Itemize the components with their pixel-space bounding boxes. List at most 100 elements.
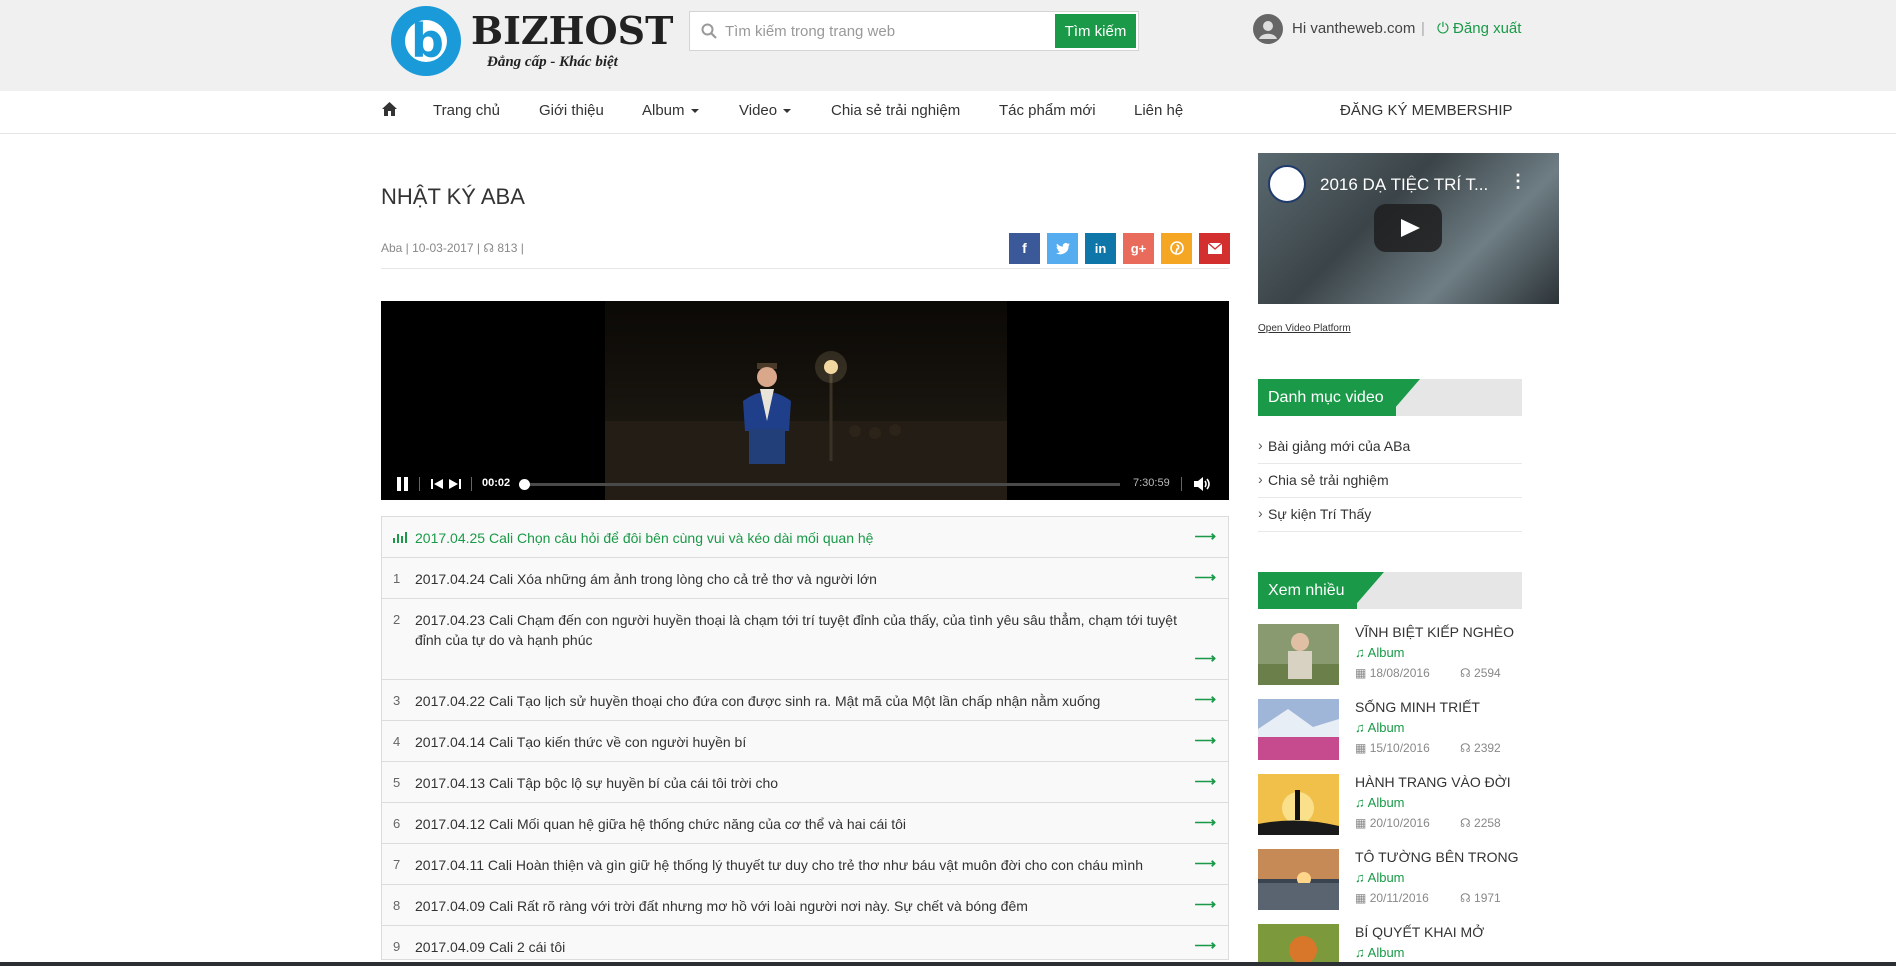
arrow-right-icon[interactable]: ⟶ <box>1194 772 1216 790</box>
category-item[interactable]: › Sự kiện Trí Thấy <box>1258 498 1522 532</box>
search-icon <box>701 23 717 39</box>
popular-thumbnail[interactable] <box>1258 849 1339 910</box>
nav-chia-se[interactable]: Chia sẻ trải nghiệm <box>831 102 960 119</box>
arrow-right-icon[interactable]: ⟶ <box>1194 527 1216 545</box>
playlist-item-number: 5 <box>393 775 401 790</box>
home-icon[interactable] <box>381 101 398 121</box>
site-logo[interactable]: b BIZHOST Đẳng cấp - Khác biệt <box>391 6 673 78</box>
popular-thumbnail[interactable] <box>1258 699 1339 760</box>
playlist-item[interactable]: 8 2017.04.09 Cali Rất rõ ràng với trời đ… <box>382 885 1228 926</box>
next-icon[interactable] <box>449 479 461 489</box>
popular-thumbnail[interactable] <box>1258 624 1339 685</box>
arrow-right-icon[interactable]: ⟶ <box>1194 731 1216 749</box>
nav-trang-chu[interactable]: Trang chủ <box>433 102 500 119</box>
popular-item-title[interactable]: HÀNH TRANG VÀO ĐỜI <box>1355 774 1511 790</box>
popular-item-date-value: 18/08/2016 <box>1369 666 1430 680</box>
category-item[interactable]: › Bài giảng mới của ABa <box>1258 430 1522 464</box>
popular-thumbnail[interactable] <box>1258 774 1339 835</box>
playlist-item[interactable]: 7 2017.04.11 Cali Hoàn thiện và gìn giữ … <box>382 844 1228 885</box>
open-video-platform-link[interactable]: Open Video Platform <box>1258 323 1351 334</box>
popular-item-category[interactable]: ♫ Album <box>1355 795 1405 810</box>
play-button-icon[interactable] <box>1374 204 1442 252</box>
popular-item-date-value: 20/11/2016 <box>1369 891 1429 905</box>
nav-membership[interactable]: ĐĂNG KÝ MEMBERSHIP <box>1340 102 1513 119</box>
search-form: Tìm kiếm <box>689 11 1139 51</box>
meta-suffix: | <box>520 241 524 255</box>
playlist-item[interactable]: 1 2017.04.24 Cali Xóa những ám ảnh trong… <box>382 558 1228 599</box>
arrow-right-icon[interactable]: ⟶ <box>1194 936 1216 954</box>
playlist-item[interactable]: 5 2017.04.13 Cali Tập bộc lộ sự huyền bí… <box>382 762 1228 803</box>
meta-divider <box>381 268 1229 269</box>
playlist-item[interactable]: 2017.04.25 Cali Chọn câu hỏi để đôi bên … <box>382 517 1228 558</box>
popular-item-date: ▦ 20/11/2016 <box>1355 891 1429 905</box>
popular-item-category[interactable]: ♫ Album <box>1355 720 1405 735</box>
playlist-item-title: 2017.04.09 Cali 2 cái tôi <box>415 939 566 955</box>
chevron-right-icon: › <box>1258 505 1263 521</box>
progress-handle[interactable] <box>518 479 530 490</box>
popular-item-views: ☊ 2258 <box>1460 816 1501 830</box>
playlist-item[interactable]: 2 2017.04.23 Cali Chạm đến con người huy… <box>382 599 1228 680</box>
google-plus-icon[interactable]: g+ <box>1123 233 1154 264</box>
playlist-item-title: 2017.04.25 Cali Chọn câu hỏi để đôi bên … <box>415 530 874 546</box>
linkedin-icon[interactable]: in <box>1085 233 1116 264</box>
popular-item-category[interactable]: ♫ Album <box>1355 870 1405 885</box>
nav-gioi-thieu[interactable]: Giới thiệu <box>539 102 604 119</box>
caret-down-icon <box>783 109 792 114</box>
progress-track[interactable] <box>522 483 1120 486</box>
playlist-item[interactable]: 4 2017.04.14 Cali Tạo kiến thức về con n… <box>382 721 1228 762</box>
nav-tac-pham-moi[interactable]: Tác phẩm mới <box>999 102 1096 119</box>
headphones-icon: ☊ <box>1460 666 1471 680</box>
pause-icon[interactable] <box>396 477 409 491</box>
popular-item[interactable]: VĨNH BIỆT KIẾP NGHÈO ♫ Album ▦ 18/08/201… <box>1258 624 1522 686</box>
top-header: b BIZHOST Đẳng cấp - Khác biệt Tìm kiếm … <box>0 0 1896 91</box>
popular-item[interactable]: TÔ TƯỜNG BÊN TRONG ♫ Album ▦ 20/11/2016 … <box>1258 849 1522 911</box>
playlist-item[interactable]: 3 2017.04.22 Cali Tạo lịch sử huyền thoạ… <box>382 680 1228 721</box>
popular-item-date: ▦ 15/10/2016 <box>1355 741 1430 755</box>
arrow-right-icon[interactable]: ⟶ <box>1194 690 1216 708</box>
search-button[interactable]: Tìm kiếm <box>1055 14 1136 48</box>
duration: 7:30:59 <box>1133 477 1170 489</box>
popular-item[interactable]: BÍ QUYẾT KHAI MỞ ♫ Album <box>1258 924 1522 962</box>
more-options-icon[interactable]: ⋮ <box>1509 171 1527 192</box>
facebook-icon[interactable]: f <box>1009 233 1040 264</box>
popular-item[interactable]: SỐNG MINH TRIẾT ♫ Album ▦ 15/10/2016 ☊ 2… <box>1258 699 1522 761</box>
twitter-icon[interactable] <box>1047 233 1078 264</box>
popular-thumbnail[interactable] <box>1258 924 1339 962</box>
player-controls: 00:02 7:30:59 <box>381 468 1229 500</box>
calendar-icon: ▦ <box>1355 891 1367 905</box>
logout-link[interactable]: ⏻ Đăng xuất <box>1437 20 1521 37</box>
popular-item[interactable]: HÀNH TRANG VÀO ĐỜI ♫ Album ▦ 20/10/2016 … <box>1258 774 1522 836</box>
popular-item-title[interactable]: SỐNG MINH TRIẾT <box>1355 699 1480 715</box>
nav-video[interactable]: Video <box>739 102 792 119</box>
video-player[interactable]: 00:02 7:30:59 <box>381 301 1229 500</box>
email-icon[interactable] <box>1199 233 1230 264</box>
embedded-video-title[interactable]: 2016 DẠ TIỆC TRÍ T... <box>1320 175 1488 195</box>
popular-item-title[interactable]: VĨNH BIỆT KIẾP NGHÈO <box>1355 624 1514 640</box>
arrow-right-icon[interactable]: ⟶ <box>1194 854 1216 872</box>
playlist-item-title: 2017.04.22 Cali Tạo lịch sử huyền thoại … <box>415 693 1101 709</box>
arrow-right-icon[interactable]: ⟶ <box>1194 568 1216 586</box>
popular-item-views-value: 2258 <box>1474 816 1501 830</box>
playlist-item[interactable]: 6 2017.04.12 Cali Mối quan hệ giữa hệ th… <box>382 803 1228 844</box>
arrow-right-icon[interactable]: ⟶ <box>1194 649 1216 667</box>
popular-item-title[interactable]: BÍ QUYẾT KHAI MỞ <box>1355 924 1484 940</box>
arrow-right-icon[interactable]: ⟶ <box>1194 813 1216 831</box>
nav-lien-he[interactable]: Liên hệ <box>1134 102 1183 119</box>
popular-item-category[interactable]: ♫ Album <box>1355 945 1405 960</box>
search-input[interactable] <box>725 19 1035 43</box>
embedded-video[interactable]: 2016 DẠ TIỆC TRÍ T... ⋮ <box>1258 153 1559 304</box>
playlist-item[interactable]: 9 2017.04.09 Cali 2 cái tôi ⟶ <box>382 926 1228 960</box>
nav-album[interactable]: Album <box>642 102 699 119</box>
previous-icon[interactable] <box>431 479 443 489</box>
pinterest-icon[interactable] <box>1161 233 1192 264</box>
main-nav: Trang chủ Giới thiệu Album Video Chia sẻ… <box>0 91 1896 134</box>
category-item[interactable]: › Chia sẻ trải nghiệm <box>1258 464 1522 498</box>
channel-logo[interactable] <box>1268 165 1306 203</box>
playlist-item-number: 2 <box>393 612 401 627</box>
volume-icon[interactable] <box>1194 477 1212 491</box>
arrow-right-icon[interactable]: ⟶ <box>1194 895 1216 913</box>
popular-item-category[interactable]: ♫ Album <box>1355 645 1405 660</box>
popular-item-views-value: 1971 <box>1474 891 1501 905</box>
user-greeting[interactable]: Hi vantheweb.com <box>1292 20 1415 37</box>
popular-item-title[interactable]: TÔ TƯỜNG BÊN TRONG <box>1355 849 1518 865</box>
